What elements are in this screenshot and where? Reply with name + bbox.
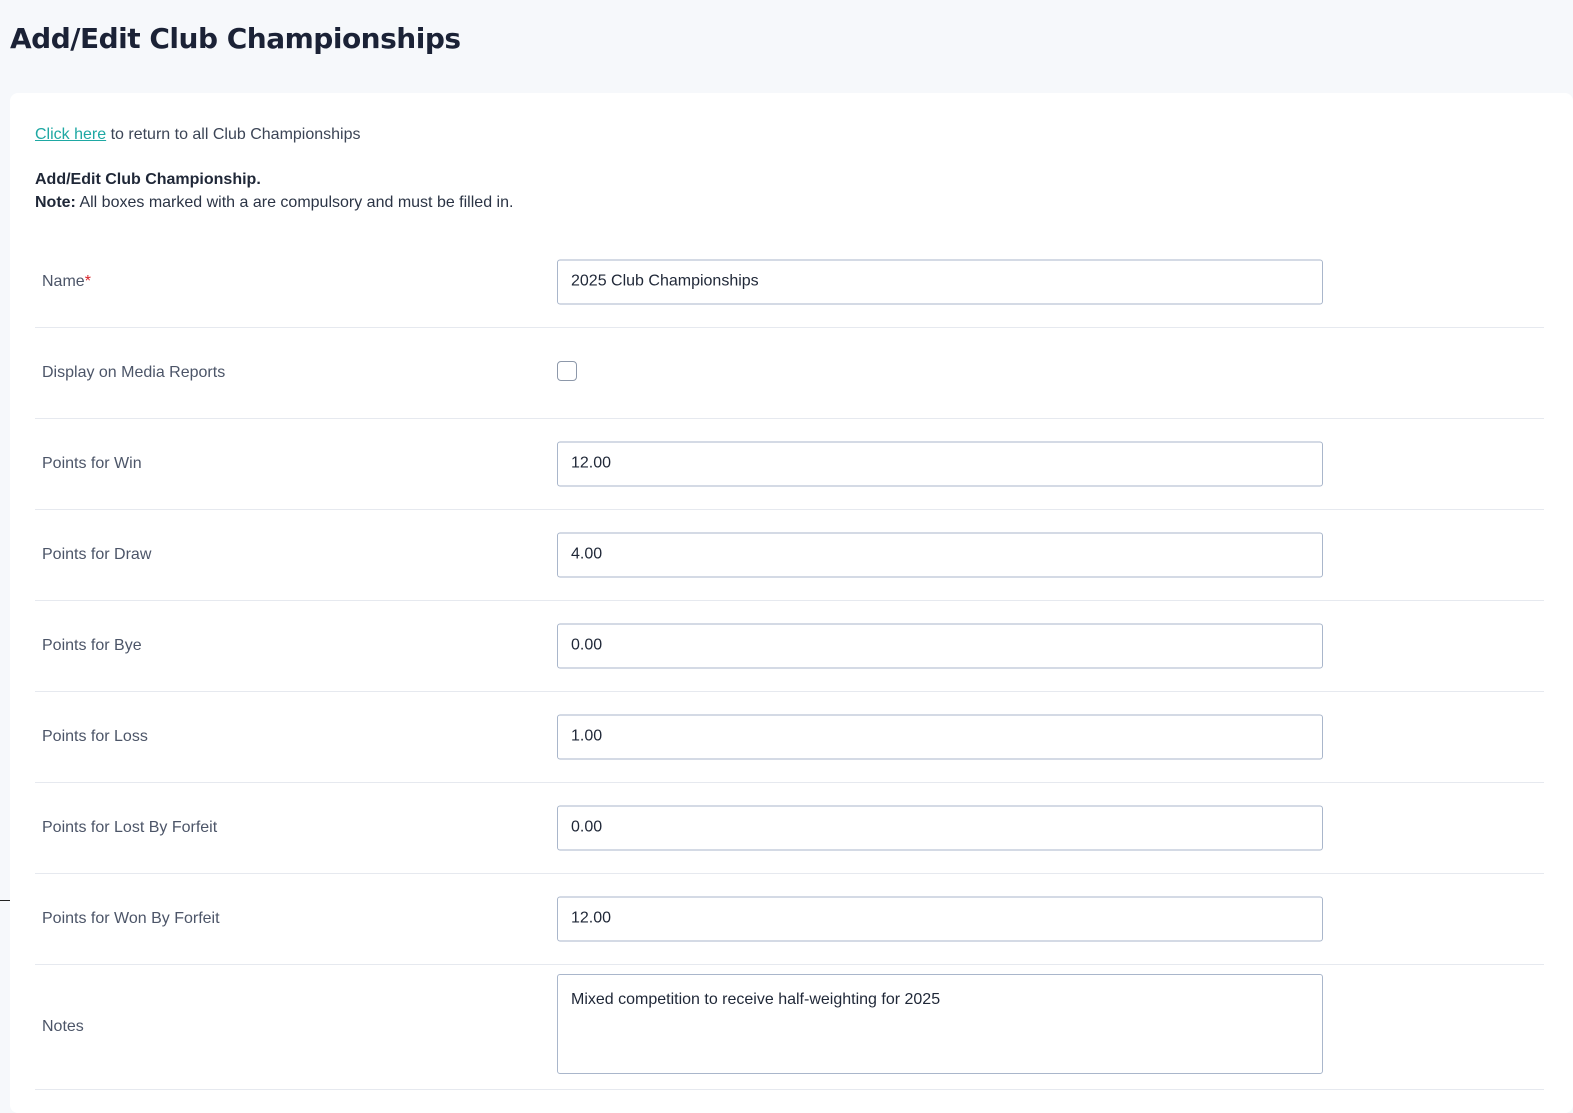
row-points-win: Points for Win — [35, 418, 1544, 510]
return-link[interactable]: Click here — [35, 126, 106, 143]
display-media-checkbox[interactable] — [557, 361, 577, 381]
points-won-forfeit-input[interactable] — [557, 896, 1323, 941]
form-intro: Add/Edit Club Championship. Note: All bo… — [35, 168, 513, 214]
row-points-bye: Points for Bye — [35, 600, 1544, 692]
row-points-won-forfeit: Points for Won By Forfeit — [35, 873, 1544, 965]
form-card: Click here to return to all Club Champio… — [10, 93, 1573, 1113]
points-win-label: Points for Win — [42, 454, 142, 472]
points-draw-label: Points for Draw — [42, 545, 152, 563]
name-label-text: Name — [42, 272, 85, 290]
points-draw-input[interactable] — [557, 532, 1323, 577]
row-display-media: Display on Media Reports — [35, 327, 1544, 419]
form-note: Note: All boxes marked with a are compul… — [35, 191, 513, 214]
points-win-input[interactable] — [557, 441, 1323, 486]
row-points-lost-forfeit: Points for Lost By Forfeit — [35, 782, 1544, 874]
points-bye-input[interactable] — [557, 623, 1323, 668]
points-bye-label: Points for Bye — [42, 636, 142, 654]
name-label: Name* — [42, 273, 91, 291]
note-label: Note: — [35, 194, 76, 211]
required-asterisk: * — [84, 272, 91, 290]
form-heading: Add/Edit Club Championship. — [35, 171, 261, 188]
points-won-forfeit-label: Points for Won By Forfeit — [42, 909, 220, 927]
display-media-label: Display on Media Reports — [42, 363, 226, 381]
note-text: All boxes marked with a are compulsory a… — [75, 194, 514, 211]
notes-label: Notes — [42, 1017, 84, 1035]
name-input[interactable] — [557, 259, 1323, 304]
edge-divider — [0, 900, 10, 901]
points-loss-label: Points for Loss — [42, 727, 148, 745]
row-points-loss: Points for Loss — [35, 691, 1544, 783]
return-line: Click here to return to all Club Champio… — [35, 126, 361, 144]
row-name: Name* — [35, 236, 1544, 328]
row-notes: Notes Mixed competition to receive half-… — [35, 964, 1544, 1090]
return-text: to return to all Club Championships — [106, 126, 361, 143]
points-lost-forfeit-label: Points for Lost By Forfeit — [42, 818, 218, 836]
points-loss-input[interactable] — [557, 714, 1323, 759]
points-lost-forfeit-input[interactable] — [557, 805, 1323, 850]
page-title: Add/Edit Club Championships — [10, 22, 461, 55]
notes-textarea[interactable]: Mixed competition to receive half-weight… — [557, 974, 1323, 1074]
row-points-draw: Points for Draw — [35, 509, 1544, 601]
